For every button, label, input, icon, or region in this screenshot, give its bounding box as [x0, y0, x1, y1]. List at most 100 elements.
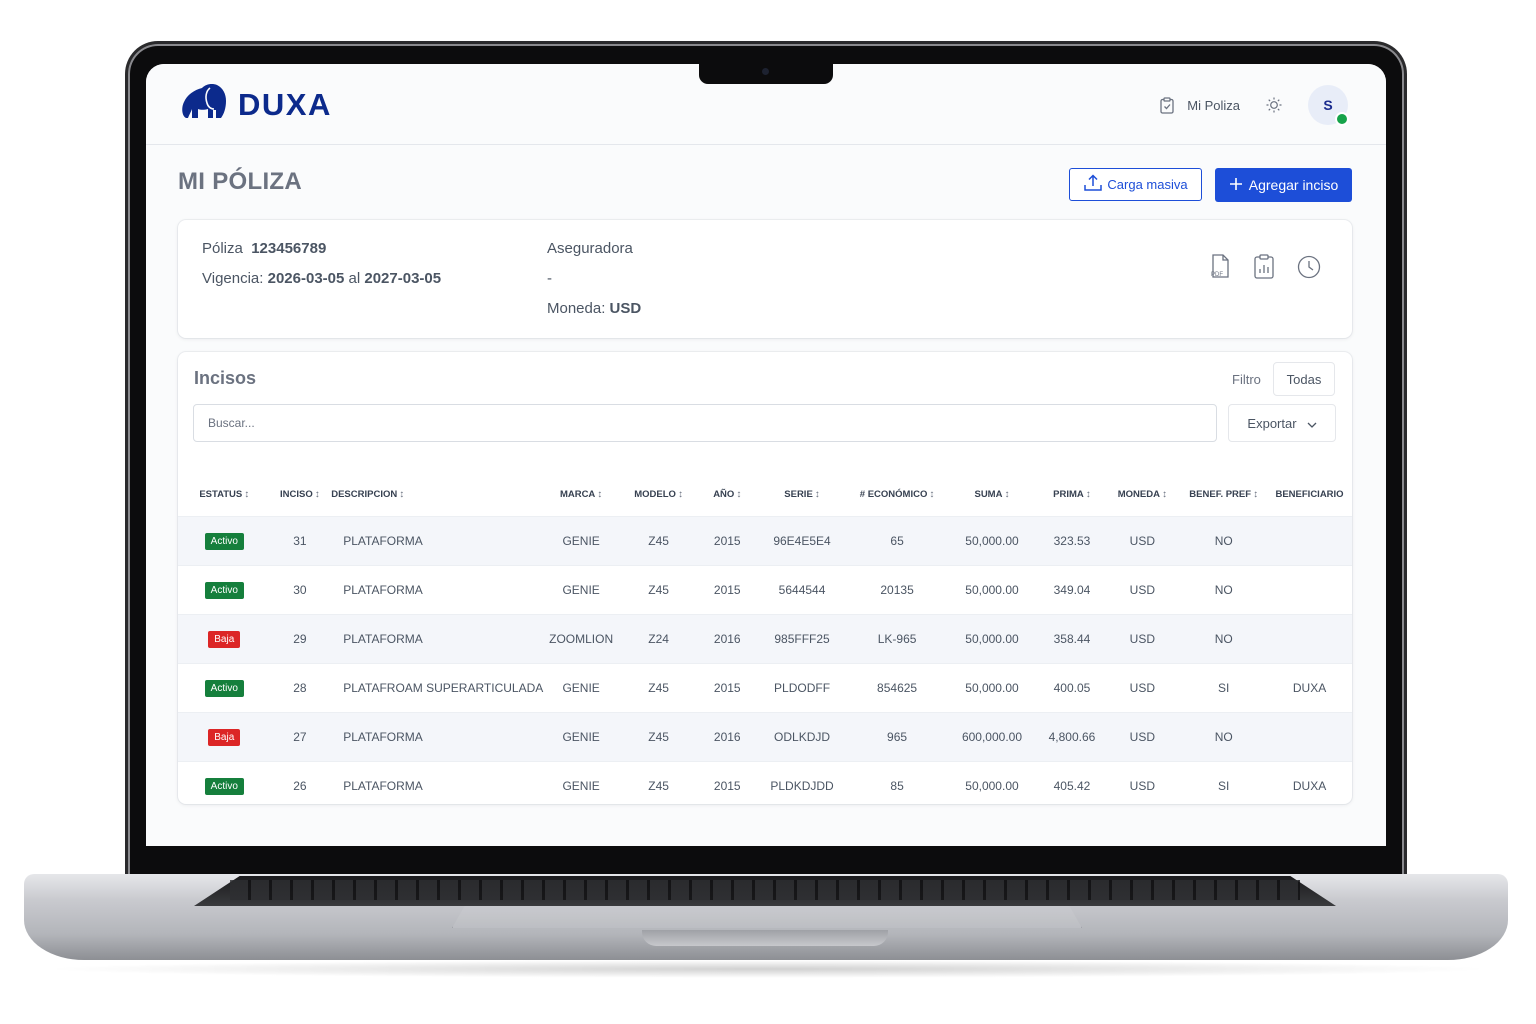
col-inciso-header[interactable]: INCISO ↕	[271, 472, 330, 517]
col-prima-cell: 349.04	[1039, 565, 1105, 615]
col-benef-pref-cell: SI	[1180, 761, 1268, 810]
sort-icon[interactable]: ↕	[1162, 489, 1167, 500]
sort-icon[interactable]: ↕	[1253, 489, 1258, 500]
col-inciso-cell: 26	[270, 761, 330, 810]
sort-icon[interactable]: ↕	[815, 489, 820, 500]
col-beneficiario-cell: DUXA	[1267, 663, 1352, 713]
currency-value: USD	[609, 300, 642, 317]
report-clipboard-icon[interactable]	[1252, 254, 1278, 280]
col-anio-value: 2015	[713, 583, 741, 597]
table-row[interactable]: Activo 28 PLATAFROAM SUPERARTICULADA GENIE Z…	[178, 663, 1352, 713]
col-marca-cell: GENIE	[545, 712, 617, 762]
chevron-down-icon	[1307, 416, 1317, 431]
col-marca-cell: GENIE	[545, 516, 617, 566]
col-serie-value: 985FFF25	[774, 632, 830, 646]
col-beneficiario-value: DUXA	[1292, 779, 1327, 793]
filter-select[interactable]: Todas	[1273, 362, 1335, 396]
col-anio-cell: 2016	[700, 614, 755, 664]
validity-end: 2027-03-05	[364, 270, 442, 287]
col-moneda-value: USD	[1129, 632, 1155, 646]
col-anio-header[interactable]: AÑO ↕	[700, 472, 754, 517]
col-inciso-value: 29	[293, 632, 307, 646]
col-economico-header[interactable]: # ECONÓMICO ↕	[850, 472, 945, 517]
col-beneficiario-cell	[1267, 712, 1352, 762]
col-prima-header[interactable]: PRIMA ↕	[1040, 472, 1105, 517]
col-benef-pref-header[interactable]: BENEF. PREF ↕	[1180, 472, 1267, 517]
col-moneda-value: USD	[1129, 534, 1155, 548]
sort-icon[interactable]: ↕	[1086, 489, 1091, 500]
sort-icon[interactable]: ↕	[597, 489, 602, 500]
col-economico-value: LK-965	[877, 632, 917, 646]
sort-icon[interactable]: ↕	[1004, 489, 1009, 500]
col-prima-cell: 358.44	[1039, 614, 1105, 664]
col-marca-value: ZOOMLION	[549, 632, 614, 646]
col-inciso-value: 28	[293, 681, 307, 695]
table-row[interactable]: Baja 27 PLATAFORMA GENIE Z45 2016 ODLKDJD 965 60…	[178, 712, 1352, 762]
sun-theme-icon[interactable]	[1264, 95, 1284, 115]
col-suma-value: 50,000.00	[965, 583, 1019, 597]
bulk-upload-button[interactable]: Carga masiva	[1069, 168, 1202, 201]
insurer-value: -	[547, 270, 552, 287]
col-economico-cell: 20135	[849, 565, 945, 615]
camera-icon	[762, 68, 769, 75]
sort-icon[interactable]: ↕	[736, 489, 741, 500]
status-badge: Baja	[208, 728, 241, 746]
col-serie-header[interactable]: SERIE ↕	[754, 472, 850, 517]
col-descripcion-cell: PLATAFORMA	[329, 712, 546, 762]
table-row[interactable]: Baja 29 PLATAFORMA ZOOMLION Z24 2016 985FFF25 L…	[178, 614, 1352, 664]
online-status-dot	[1335, 112, 1349, 126]
col-suma-value: 50,000.00	[965, 681, 1019, 695]
policy-info-card: Póliza 123456789 Vigencia: 2026-03-05 al…	[178, 220, 1352, 338]
col-anio-cell: 2015	[700, 516, 755, 566]
col-serie-cell: 985FFF25	[754, 614, 850, 664]
col-inciso-value: 30	[293, 583, 307, 597]
history-clock-icon[interactable]	[1296, 254, 1322, 280]
col-suma-header[interactable]: SUMA ↕	[944, 472, 1039, 517]
col-moneda-cell: USD	[1104, 565, 1181, 615]
col-status-cell: Activo	[178, 761, 271, 810]
upload-icon	[1083, 174, 1103, 195]
col-status-header[interactable]: ESTATUS ↕	[178, 472, 271, 517]
user-avatar[interactable]: S	[1308, 85, 1349, 126]
col-descripcion-value: PLATAFROAM SUPERARTICULADA	[343, 681, 544, 695]
export-label: Exportar	[1247, 415, 1297, 431]
pdf-file-icon[interactable]: PDF	[1208, 254, 1234, 280]
search-input[interactable]	[193, 404, 1217, 442]
col-inciso-value: 31	[293, 534, 307, 548]
col-serie-cell: PLDODFF	[754, 663, 850, 713]
table-row[interactable]: Activo 26 PLATAFORMA GENIE Z45 2015 PLDKDJDD 85…	[178, 761, 1352, 810]
table-row[interactable]: Activo 31 PLATAFORMA GENIE Z45 2015 96E4E5E4 65…	[178, 516, 1352, 566]
col-benef-pref-value: NO	[1214, 632, 1233, 646]
sort-icon[interactable]: ↕	[244, 489, 249, 500]
col-beneficiario-header[interactable]: BENEFICIARIO	[1267, 472, 1352, 517]
column-label: BENEFICIARIO	[1275, 488, 1344, 500]
col-status-cell: Activo	[178, 516, 271, 566]
sort-icon[interactable]: ↕	[399, 489, 404, 500]
col-moneda-value: USD	[1129, 730, 1155, 744]
col-moneda-value: USD	[1129, 779, 1155, 793]
export-dropdown[interactable]: Exportar	[1228, 404, 1336, 442]
sort-icon[interactable]: ↕	[929, 489, 934, 500]
nav-mi-poliza[interactable]: Mi Poliza	[1187, 98, 1240, 113]
table-row[interactable]: Activo 30 PLATAFORMA GENIE Z45 2015 5644544 201…	[178, 565, 1352, 615]
column-label: BENEF. PREF	[1189, 488, 1252, 500]
sort-icon[interactable]: ↕	[678, 489, 683, 500]
col-serie-value: PLDKDJDD	[770, 779, 834, 793]
page-title: MI PÓLIZA	[178, 168, 303, 195]
col-descripcion-cell: PLATAFORMA	[329, 516, 546, 566]
col-descripcion-cell: PLATAFORMA	[329, 565, 546, 615]
col-modelo-header[interactable]: MODELO ↕	[617, 472, 700, 517]
col-descripcion-header[interactable]: DESCRIPCION ↕	[329, 472, 545, 517]
col-inciso-value: 26	[293, 779, 307, 793]
sort-icon[interactable]: ↕	[315, 489, 320, 500]
col-moneda-header[interactable]: MONEDA ↕	[1104, 472, 1180, 517]
brand-logo[interactable]: DUXA	[180, 82, 332, 127]
col-benef-pref-value: NO	[1214, 534, 1233, 548]
col-serie-value: PLDODFF	[774, 681, 831, 695]
col-status-cell: Activo	[178, 663, 271, 713]
clipboard-icon[interactable]	[1157, 95, 1177, 115]
add-item-button[interactable]: Agregar inciso	[1215, 168, 1352, 202]
col-marca-header[interactable]: MARCA ↕	[545, 472, 617, 517]
col-economico-value: 20135	[880, 583, 914, 597]
col-descripcion-cell: PLATAFORMA	[329, 614, 546, 664]
